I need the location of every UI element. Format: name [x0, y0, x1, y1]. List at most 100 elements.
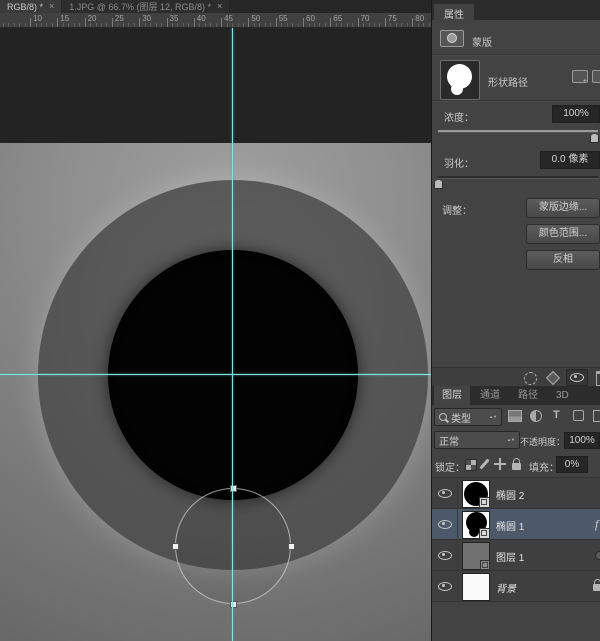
- eye-icon: [570, 373, 584, 382]
- filter-pixel-layers-icon[interactable]: [508, 410, 522, 422]
- lock-row: 锁定： 填充： 0%: [432, 452, 600, 478]
- feather-value[interactable]: 0.0 像素: [540, 151, 600, 169]
- density-value[interactable]: 100%: [552, 105, 600, 123]
- ruler-label: 40: [197, 14, 206, 23]
- ruler-label: 20: [88, 14, 97, 23]
- ruler-label: 15: [60, 14, 69, 23]
- density-label: 浓度：: [444, 109, 474, 124]
- document-tab-other[interactable]: 1.JPG @ 66.7% (图层 12, RGB/8) * ×: [62, 0, 229, 13]
- lock-label: 锁定：: [435, 459, 465, 474]
- close-icon[interactable]: ×: [49, 0, 54, 13]
- canvas-pasteboard: [0, 28, 431, 143]
- thumb-bump: [469, 527, 479, 537]
- layers-panel-tabs: 图层 通道 路径 3D: [432, 386, 600, 405]
- fill-value[interactable]: 0%: [556, 456, 588, 473]
- canvas-image[interactable]: [0, 143, 431, 641]
- visibility-cell[interactable]: [432, 571, 458, 601]
- visibility-cell[interactable]: [432, 540, 458, 570]
- top-ruler[interactable]: 10152025303540455055606570758085: [0, 13, 431, 28]
- layer-badge-icon: [480, 560, 490, 570]
- visibility-cell[interactable]: [432, 509, 458, 539]
- filter-kind-dropdown[interactable]: 类型 ▲▼: [434, 408, 502, 426]
- filter-kind-label: 类型: [451, 410, 471, 425]
- eye-icon: [438, 520, 452, 529]
- layer-row-ellipse-1[interactable]: 椭圆 1 f: [432, 509, 600, 540]
- blend-mode-dropdown[interactable]: 正常 ▲▼: [434, 431, 520, 449]
- ruler-label: 70: [361, 14, 370, 23]
- layer-name[interactable]: 背景: [496, 580, 516, 595]
- shape-layer-badge-icon: [479, 528, 490, 539]
- document-tab-label: RGB/8) *: [7, 2, 43, 12]
- feather-slider-thumb[interactable]: [434, 179, 443, 189]
- layer-thumbnail[interactable]: [462, 573, 490, 601]
- ruler-label: 30: [142, 14, 151, 23]
- layer-thumbnail[interactable]: [462, 480, 490, 508]
- properties-footer: [432, 367, 600, 387]
- tab-layers[interactable]: 图层: [434, 386, 470, 405]
- layer-row-layer-1[interactable]: 图层 1: [432, 540, 600, 571]
- layer-row-background[interactable]: 背景: [432, 571, 600, 602]
- invert-button[interactable]: 反相: [526, 250, 600, 270]
- mask-visibility-button[interactable]: [566, 369, 588, 386]
- add-pixel-mask-icon[interactable]: [572, 70, 588, 83]
- filter-adjustment-layers-icon[interactable]: [530, 410, 542, 422]
- load-selection-icon[interactable]: [524, 372, 537, 385]
- tab-paths[interactable]: 路径: [510, 386, 546, 405]
- document-tab-current[interactable]: RGB/8) * ×: [0, 0, 61, 13]
- opacity-label: 不透明度：: [520, 435, 565, 448]
- density-slider-thumb[interactable]: [590, 133, 599, 143]
- layer-thumbnail[interactable]: [462, 511, 490, 539]
- blend-mode-value: 正常: [439, 433, 459, 448]
- ellipse-path-outline[interactable]: [175, 488, 291, 604]
- shape-small-circle: [451, 83, 463, 95]
- feather-label: 羽化：: [444, 155, 474, 170]
- chevron-updown-icon: ▲▼: [507, 438, 515, 442]
- lock-transparency-icon[interactable]: [465, 459, 477, 471]
- right-panel-group: 属性 蒙版 形状路径 浓度： 100% 羽化： 0.0 像素 调整： 蒙版边缘.…: [431, 0, 600, 641]
- feather-slider[interactable]: [438, 176, 598, 179]
- horizontal-guide[interactable]: [0, 374, 431, 375]
- layer-name[interactable]: 椭圆 1: [496, 518, 524, 533]
- document-tabbar: RGB/8) * × 1.JPG @ 66.7% (图层 12, RGB/8) …: [0, 0, 431, 13]
- ruler-label: 10: [33, 14, 42, 23]
- visibility-cell[interactable]: [432, 478, 458, 508]
- path-anchor-right[interactable]: [288, 543, 295, 550]
- lock-pixels-icon[interactable]: [479, 459, 489, 470]
- filter-type-layers-icon[interactable]: T: [553, 410, 560, 421]
- add-vector-mask-icon[interactable]: [592, 70, 600, 83]
- inner-black-circle: [108, 250, 358, 500]
- shape-layer-badge-icon: [479, 497, 490, 508]
- filter-shape-layers-icon[interactable]: [573, 410, 584, 421]
- path-anchor-left[interactable]: [172, 543, 179, 550]
- apply-mask-icon[interactable]: [546, 371, 560, 385]
- shape-path-thumbnail[interactable]: [440, 60, 480, 100]
- filter-smart-objects-icon[interactable]: [593, 410, 600, 422]
- lock-position-icon[interactable]: [494, 458, 506, 470]
- ruler-label: 55: [279, 14, 288, 23]
- color-range-button[interactable]: 颜色范围...: [526, 224, 600, 244]
- search-icon: [439, 413, 447, 421]
- layer-name[interactable]: 图层 1: [496, 549, 524, 564]
- close-icon[interactable]: ×: [217, 0, 222, 13]
- vertical-guide[interactable]: [232, 28, 233, 641]
- chevron-updown-icon: ▲▼: [489, 415, 497, 419]
- tab-channels[interactable]: 通道: [472, 386, 508, 405]
- fill-label: 填充：: [529, 459, 559, 474]
- lock-all-icon[interactable]: [512, 463, 521, 470]
- layer-thumbnail[interactable]: [462, 542, 490, 570]
- properties-panel-header: 属性: [432, 0, 600, 20]
- ruler-label: 50: [251, 14, 260, 23]
- tab-3d[interactable]: 3D: [548, 386, 577, 405]
- density-slider[interactable]: [438, 130, 598, 133]
- fx-badge-icon[interactable]: f: [595, 517, 598, 532]
- layer-name[interactable]: 椭圆 2: [496, 487, 524, 502]
- mask-edge-button[interactable]: 蒙版边缘...: [526, 198, 600, 218]
- photoshop-window: RGB/8) * × 1.JPG @ 66.7% (图层 12, RGB/8) …: [0, 0, 600, 641]
- delete-mask-icon[interactable]: [596, 371, 600, 386]
- blend-mode-row: 正常 ▲▼ 不透明度： 100%: [432, 428, 600, 452]
- clipped-badge-icon: [595, 551, 600, 560]
- tab-properties[interactable]: 属性: [434, 4, 474, 23]
- layer-row-ellipse-2[interactable]: 椭圆 2: [432, 478, 600, 509]
- ruler-label: 60: [306, 14, 315, 23]
- opacity-value[interactable]: 100%: [564, 432, 600, 449]
